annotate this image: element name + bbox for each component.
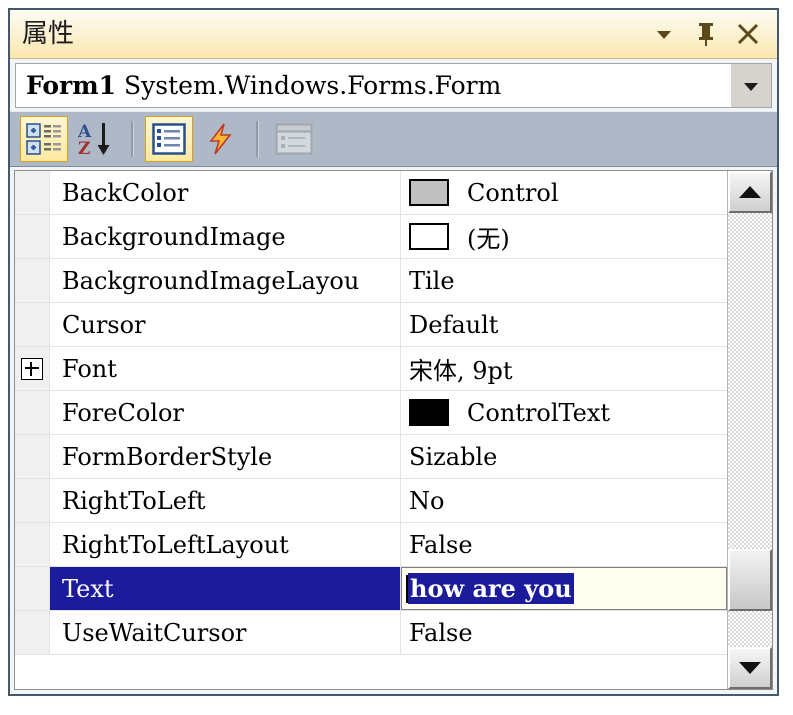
chevron-down-icon	[744, 82, 758, 91]
table-row[interactable]: ForeColor ControlText	[15, 391, 727, 435]
property-pages-icon	[275, 123, 313, 155]
object-selector-label: Form1 System.Windows.Forms.Form	[16, 71, 501, 100]
vertical-scrollbar[interactable]	[727, 171, 772, 689]
color-swatch	[409, 179, 449, 206]
color-swatch	[409, 399, 449, 426]
property-value[interactable]: False	[401, 523, 727, 566]
property-value[interactable]: Control	[401, 171, 727, 214]
auto-hide-pin-button[interactable]	[693, 19, 719, 49]
property-value-text: Default	[409, 310, 499, 339]
property-value-text: how are you	[408, 573, 574, 604]
row-gutter	[15, 611, 50, 654]
properties-toolbar: A Z	[10, 111, 777, 167]
color-swatch	[409, 223, 449, 250]
property-value[interactable]: False	[401, 611, 727, 654]
property-value[interactable]: Sizable	[401, 435, 727, 478]
categorized-view-button[interactable]	[20, 116, 68, 162]
properties-button[interactable]	[145, 116, 193, 162]
row-gutter	[15, 567, 50, 610]
object-selector-dropdown-button[interactable]	[730, 64, 771, 107]
property-name[interactable]: UseWaitCursor	[50, 611, 401, 654]
property-name[interactable]: ForeColor	[50, 391, 401, 434]
pin-icon	[699, 23, 713, 46]
properties-list-icon	[152, 123, 186, 155]
property-value-text: Sizable	[409, 442, 498, 471]
toolbar-separator	[256, 121, 259, 157]
property-value-text: No	[409, 486, 445, 515]
table-row[interactable]: FormBorderStyle Sizable	[15, 435, 727, 479]
property-name[interactable]: BackgroundImage	[50, 215, 401, 258]
property-value[interactable]: Default	[401, 303, 727, 346]
lightning-bolt-icon	[209, 123, 232, 155]
property-name[interactable]: Text	[50, 567, 401, 610]
property-value-editor[interactable]: how are you	[401, 567, 727, 610]
row-gutter	[15, 479, 50, 522]
close-icon	[737, 23, 759, 45]
events-button[interactable]	[197, 116, 245, 162]
table-row[interactable]: BackgroundImage (无)	[15, 215, 727, 259]
property-value-text: ControlText	[467, 398, 611, 427]
scrollbar-thumb[interactable]	[728, 549, 772, 611]
scrollbar-track[interactable]	[728, 213, 772, 647]
object-name: Form1	[26, 71, 117, 100]
row-gutter	[15, 523, 50, 566]
property-value-text: Tile	[409, 266, 455, 295]
table-row[interactable]: BackgroundImageLayou Tile	[15, 259, 727, 303]
object-selector-combobox[interactable]: Form1 System.Windows.Forms.Form	[15, 63, 772, 108]
page-title: 属性	[22, 19, 75, 49]
property-name[interactable]: Font	[50, 347, 401, 390]
row-gutter	[15, 303, 50, 346]
close-button[interactable]	[735, 19, 761, 49]
dropdown-menu-button[interactable]	[651, 19, 677, 49]
object-selector-container: Form1 System.Windows.Forms.Form	[10, 59, 777, 111]
property-value[interactable]: Tile	[401, 259, 727, 302]
titlebar-button-group	[651, 19, 777, 49]
table-row[interactable]: Text how are you	[15, 567, 727, 611]
property-grid-container: BackColor Control BackgroundImage (无) Ba…	[14, 170, 773, 690]
sort-alphabetical-icon: A Z	[77, 122, 110, 157]
alphabetical-sort-button[interactable]: A Z	[72, 116, 120, 162]
property-name[interactable]: FormBorderStyle	[50, 435, 401, 478]
row-gutter	[15, 171, 50, 214]
property-name[interactable]: BackColor	[50, 171, 401, 214]
row-gutter	[15, 435, 50, 478]
table-row[interactable]: UseWaitCursor False	[15, 611, 727, 655]
expand-font-icon[interactable]	[21, 357, 43, 380]
table-row[interactable]: Font 宋体, 9pt	[15, 347, 727, 391]
row-gutter	[15, 391, 50, 434]
row-gutter	[15, 215, 50, 258]
property-value[interactable]: (无)	[401, 215, 727, 258]
triangle-up-icon	[739, 186, 761, 198]
triangle-down-icon	[739, 662, 761, 674]
property-value[interactable]: No	[401, 479, 727, 522]
row-gutter	[15, 259, 50, 302]
scroll-down-button[interactable]	[728, 647, 772, 689]
properties-panel: 属性 Form1 System.Windows.Forms.Form A Z B…	[8, 8, 779, 696]
property-pages-button[interactable]	[270, 116, 318, 162]
table-row[interactable]: RightToLeft No	[15, 479, 727, 523]
table-row[interactable]: Cursor Default	[15, 303, 727, 347]
object-type: System.Windows.Forms.Form	[124, 71, 502, 100]
property-value-text: 宋体, 9pt	[409, 357, 513, 385]
property-value-text: False	[409, 530, 473, 559]
toolbar-separator	[131, 121, 134, 157]
scroll-up-button[interactable]	[728, 171, 772, 213]
property-value-text: (无)	[467, 225, 510, 253]
property-name[interactable]: BackgroundImageLayou	[50, 259, 401, 302]
property-name[interactable]: RightToLeftLayout	[50, 523, 401, 566]
property-value[interactable]: 宋体, 9pt	[401, 347, 727, 390]
property-name[interactable]: Cursor	[50, 303, 401, 346]
property-value-text: Control	[467, 178, 559, 207]
svg-text:Z: Z	[78, 139, 90, 157]
row-gutter	[15, 347, 50, 390]
property-value-text: False	[409, 618, 473, 647]
property-grid: BackColor Control BackgroundImage (无) Ba…	[15, 171, 727, 689]
property-name[interactable]: RightToLeft	[50, 479, 401, 522]
panel-titlebar: 属性	[10, 10, 777, 59]
table-row[interactable]: RightToLeftLayout False	[15, 523, 727, 567]
categorized-icon	[26, 123, 61, 155]
chevron-down-icon	[657, 31, 671, 39]
property-value[interactable]: ControlText	[401, 391, 727, 434]
table-row[interactable]: BackColor Control	[15, 171, 727, 215]
